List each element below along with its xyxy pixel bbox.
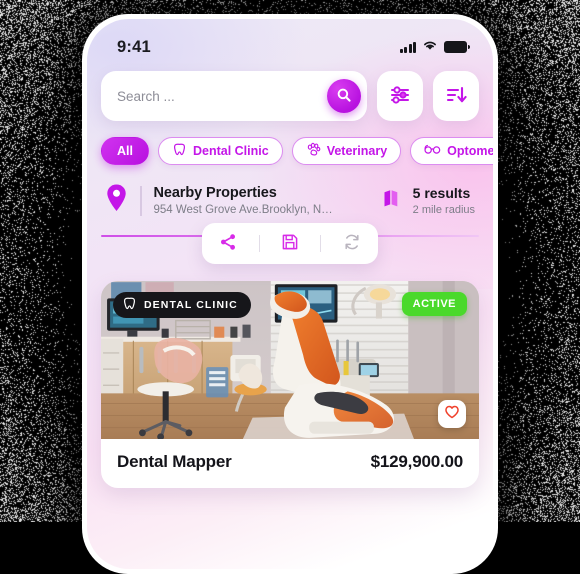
nearby-properties-row: Nearby Properties 954 West Grove Ave.Bro… [87,165,493,218]
property-price: $129,900.00 [371,452,463,472]
property-type-badge: DENTAL CLINIC [113,292,251,318]
results-group: 5 results 2 mile radius [382,185,475,216]
status-badge: ACTIVE [402,292,467,316]
phone-screen: 9:41 [87,19,493,569]
nearby-title: Nearby Properties [154,185,333,201]
property-type-label: DENTAL CLINIC [144,299,238,311]
save-button[interactable] [268,223,312,264]
battery-full-icon [444,41,467,53]
category-chip-row[interactable]: All Dental Clinic [87,121,493,165]
chip-veterinary[interactable]: Veterinary [292,137,401,165]
search-input[interactable] [117,89,327,104]
status-bar-icons [400,38,467,56]
refresh-icon [343,233,361,254]
filter-button[interactable] [377,71,423,121]
property-card[interactable]: DENTAL CLINIC ACTIVE Dental Mapper $129,… [101,281,479,488]
heart-icon [444,404,460,423]
phone-frame: 9:41 [82,14,498,574]
refresh-button[interactable] [330,223,374,264]
search-row [87,65,493,121]
share-icon [219,233,237,254]
property-title: Dental Mapper [117,452,232,472]
search-box[interactable] [101,71,367,121]
filter-sliders-icon [389,84,411,109]
search-submit-button[interactable] [327,79,361,113]
status-bar: 9:41 [87,19,493,65]
results-radius: 2 mile radius [413,204,475,216]
search-icon [336,87,352,106]
cellular-bars-icon [400,42,416,53]
tooth-icon [122,296,137,314]
share-button[interactable] [206,223,250,264]
chip-dental-clinic[interactable]: Dental Clinic [158,137,283,165]
action-divider [259,235,260,252]
chip-all[interactable]: All [101,137,149,165]
chip-label: Dental Clinic [193,144,269,158]
nearby-text-group: Nearby Properties 954 West Grove Ave.Bro… [154,185,333,216]
results-count: 5 results [413,185,475,201]
chip-label: Veterinary [327,144,387,158]
tooth-icon [172,142,187,160]
favorite-button[interactable] [438,400,466,428]
wifi-icon [422,38,438,56]
location-group [105,183,142,218]
status-bar-clock: 9:41 [117,38,151,57]
property-photo: DENTAL CLINIC ACTIVE [101,281,479,439]
action-divider [320,235,321,252]
vertical-divider [140,186,142,216]
nearby-address: 954 West Grove Ave.Brooklyn, N… [154,204,333,216]
sort-descending-icon [445,84,467,109]
property-card-body: Dental Mapper $129,900.00 [101,439,479,488]
floppy-save-icon [281,233,299,254]
chip-label: All [117,144,133,158]
paw-icon [306,142,321,160]
location-pin-icon [105,183,128,218]
results-text-group: 5 results 2 mile radius [413,185,475,216]
chip-optometry[interactable]: Optometry [410,137,493,165]
sort-button[interactable] [433,71,479,121]
chip-label: Optometry [447,144,493,158]
floating-action-bar [202,223,378,264]
folded-map-icon [382,187,404,214]
glasses-icon [424,143,441,159]
